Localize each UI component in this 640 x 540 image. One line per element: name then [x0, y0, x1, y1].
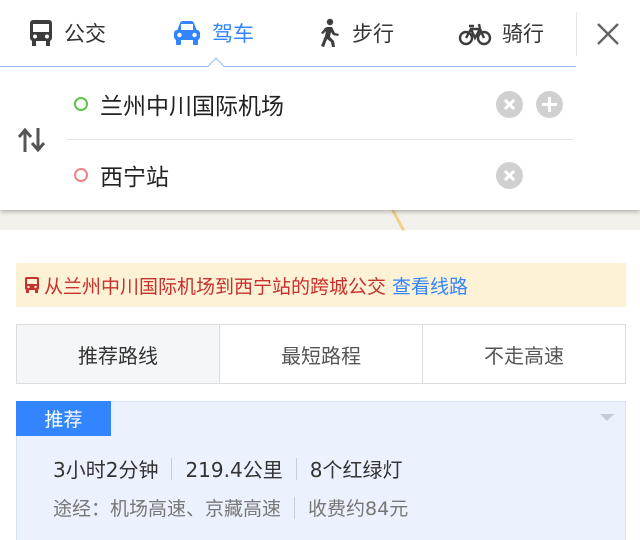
tab-bike-label: 骑行 — [502, 22, 544, 46]
chevron-down-icon[interactable] — [600, 414, 614, 421]
route-distance: 219.4公里 — [185, 458, 283, 482]
intercity-bus-notice: 从兰州中川国际机场到西宁站的跨城公交 查看线路 — [16, 263, 626, 307]
route-toll: 收费约84元 — [308, 498, 409, 520]
start-input[interactable]: 兰州中川国际机场 — [100, 87, 480, 121]
swap-button[interactable] — [16, 126, 50, 154]
tab-bus[interactable]: 公交 — [28, 0, 106, 66]
tab-bike[interactable]: 骑行 — [458, 0, 544, 66]
route-duration: 3小时2分钟 — [53, 458, 159, 482]
walk-icon — [321, 18, 339, 47]
divider — [171, 457, 173, 480]
field-divider — [66, 139, 574, 140]
view-route-link[interactable]: 查看线路 — [392, 272, 468, 299]
end-row: 西宁站 — [66, 141, 576, 211]
tab-drive-label: 驾车 — [212, 22, 254, 46]
divider — [294, 496, 296, 519]
clear-end-icon[interactable] — [496, 162, 523, 189]
end-dot-icon — [74, 168, 88, 182]
notice-text: 从兰州中川国际机场到西宁站的跨城公交 — [44, 275, 387, 298]
add-waypoint-icon[interactable] — [536, 91, 563, 118]
route-card[interactable]: 推荐 3小时2分钟 219.4公里 8个红绿灯 途经：机场高速、京藏高速 收费约… — [16, 401, 626, 540]
recommended-badge: 推荐 — [16, 401, 111, 436]
start-row: 兰州中川国际机场 — [66, 70, 576, 140]
clear-start-icon[interactable] — [496, 91, 523, 118]
route-traffic-lights: 8个红绿灯 — [309, 458, 403, 482]
route-option-tabs: 推荐路线 最短路程 不走高速 — [16, 324, 626, 384]
start-dot-icon — [74, 97, 88, 111]
route-details: 途经：机场高速、京藏高速 收费约84元 — [53, 494, 408, 521]
close-button[interactable] — [588, 14, 628, 54]
tab-walk-label: 步行 — [352, 22, 394, 46]
divider — [295, 457, 297, 480]
travel-mode-tabs: 公交 驾车 步行 骑行 — [0, 0, 576, 66]
tab-bus-label: 公交 — [64, 22, 106, 46]
divider — [576, 12, 577, 56]
end-input[interactable]: 西宁站 — [100, 158, 480, 192]
route-search-panel: 公交 驾车 步行 骑行 兰州中川国际机场 西宁站 — [0, 0, 640, 210]
tab-drive[interactable]: 驾车 — [172, 0, 254, 66]
car-icon — [174, 21, 200, 45]
option-shortest[interactable]: 最短路程 — [220, 325, 423, 383]
bus-icon — [25, 277, 39, 293]
route-via: 途经：机场高速、京藏高速 — [53, 498, 282, 520]
bike-icon — [458, 23, 492, 46]
tab-underline — [0, 66, 576, 67]
close-icon — [597, 23, 619, 45]
bus-icon — [30, 20, 52, 46]
option-avoid-highway[interactable]: 不走高速 — [423, 325, 625, 383]
tab-walk[interactable]: 步行 — [316, 0, 394, 66]
option-recommended[interactable]: 推荐路线 — [17, 325, 220, 383]
swap-arrows-icon — [17, 127, 46, 153]
route-summary: 3小时2分钟 219.4公里 8个红绿灯 — [53, 454, 402, 483]
